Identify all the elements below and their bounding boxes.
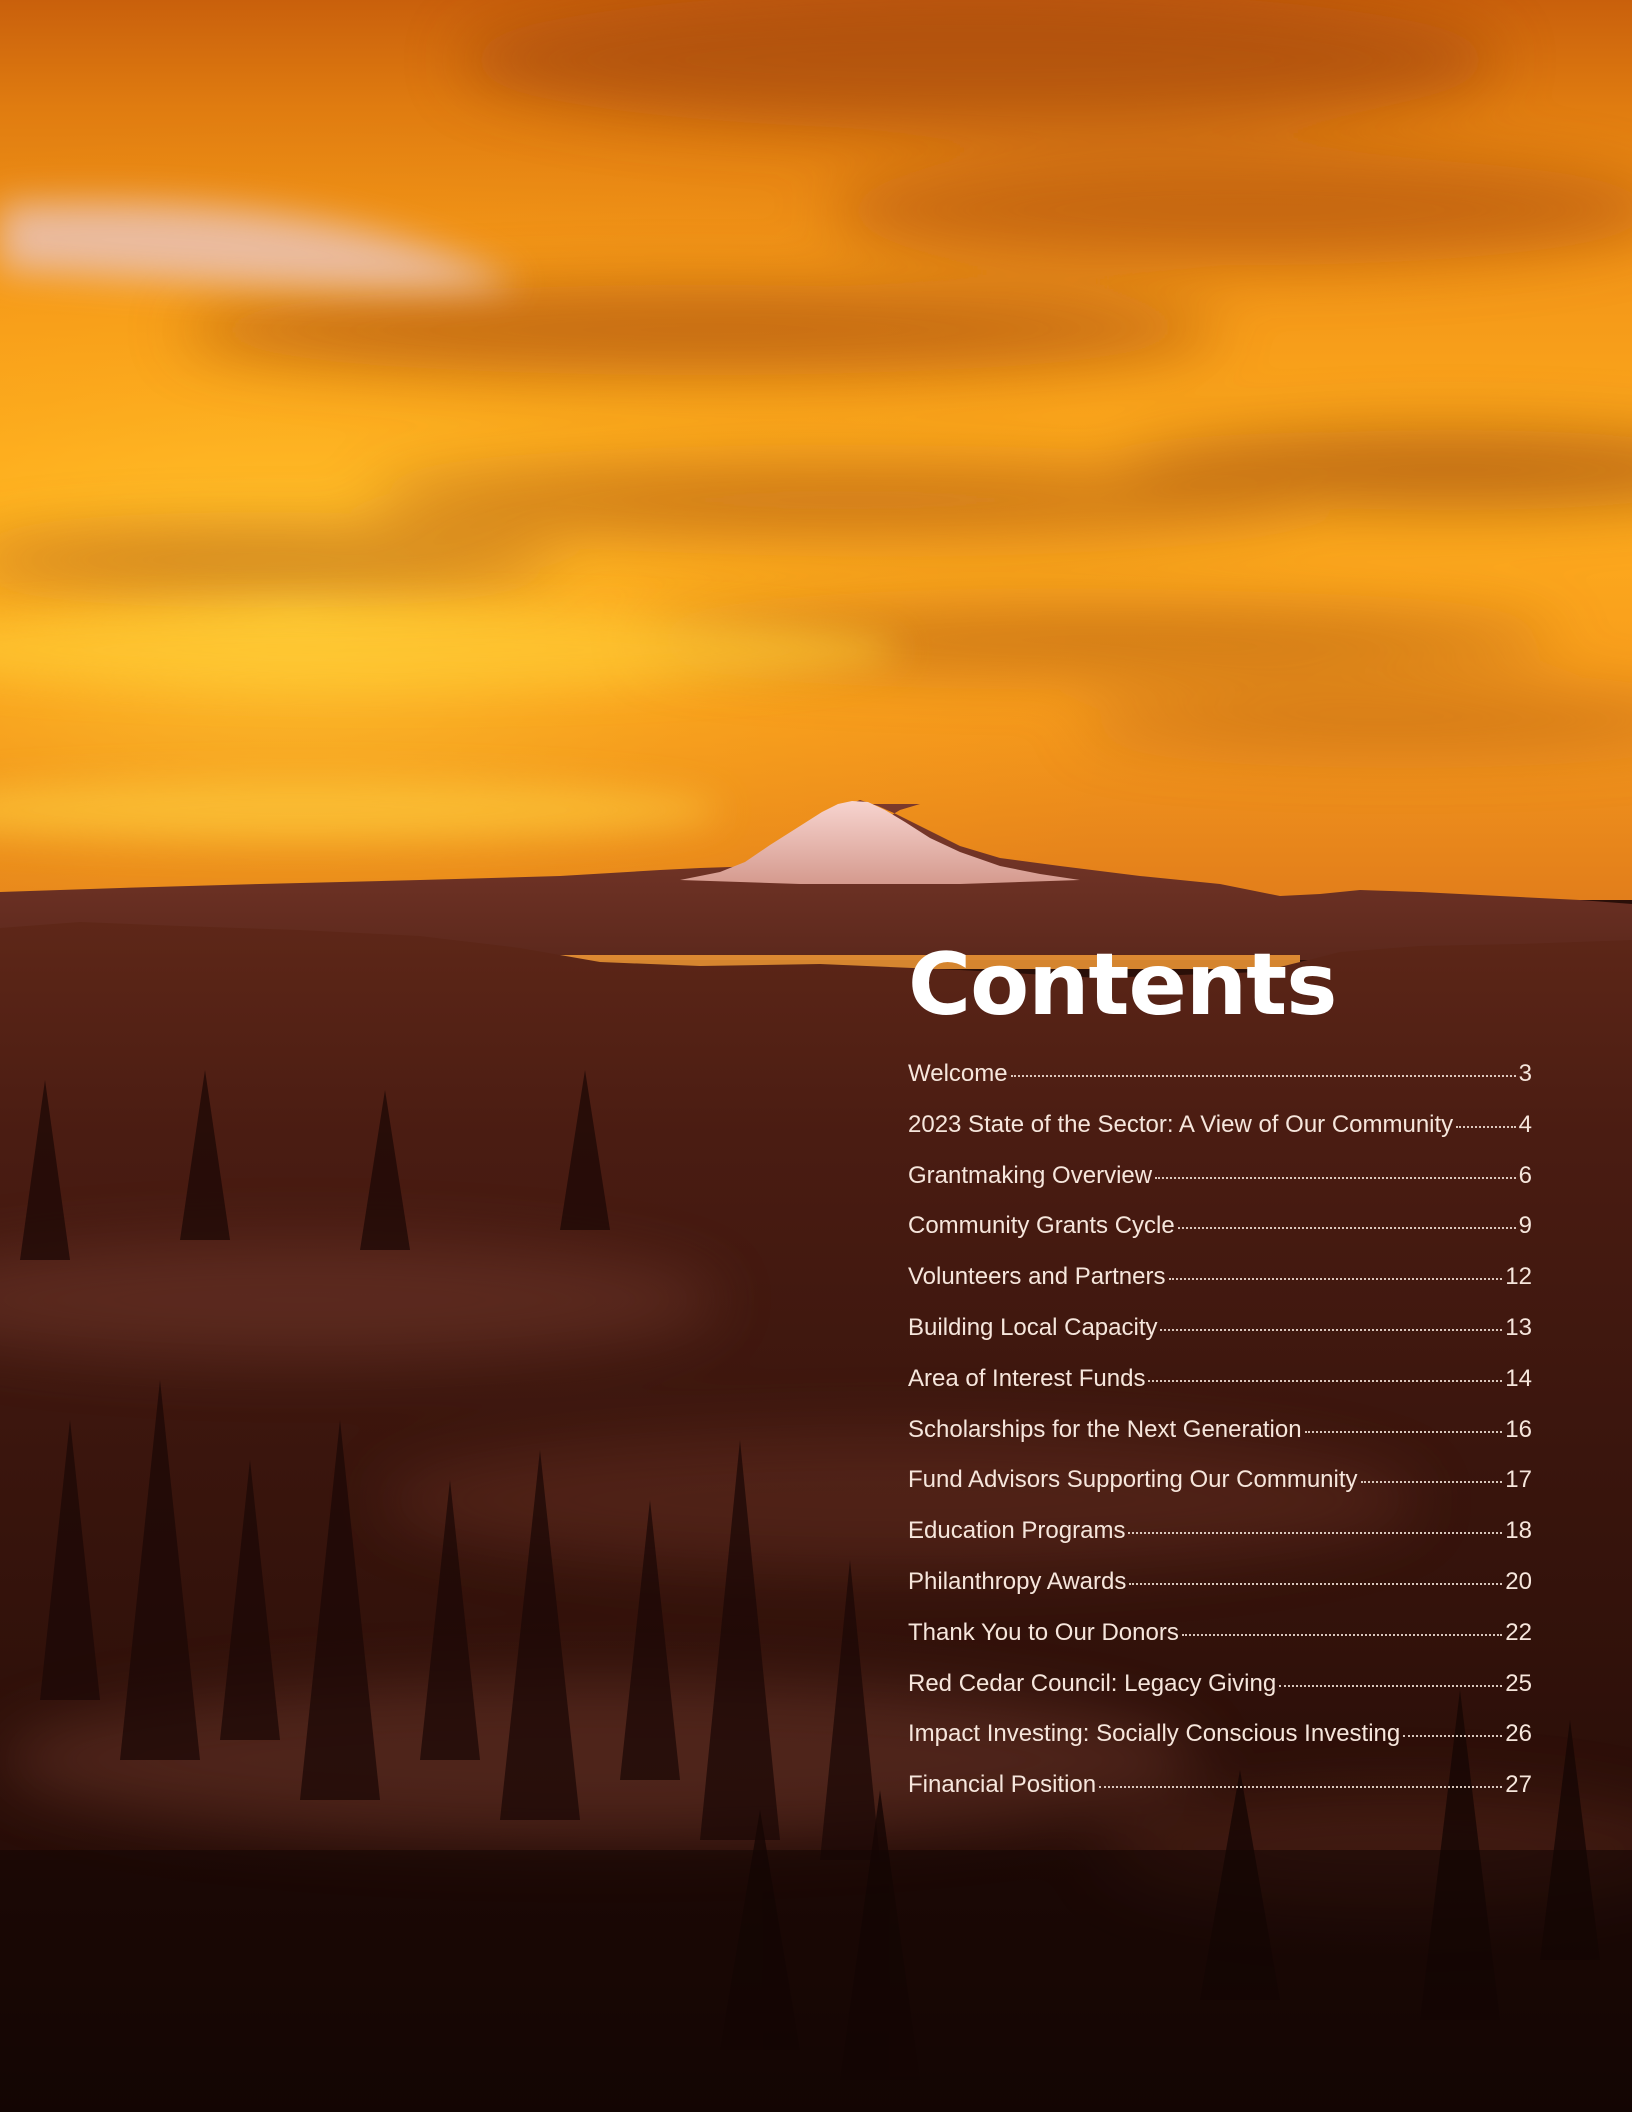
- toc-entry[interactable]: Philanthropy Awards 20: [908, 1568, 1532, 1619]
- toc-entry[interactable]: Community Grants Cycle 9: [908, 1212, 1532, 1263]
- toc-entry-label: Volunteers and Partners: [908, 1263, 1166, 1291]
- toc-entry[interactable]: Financial Position 27: [908, 1771, 1532, 1822]
- toc-entry-label: 2023 State of the Sector: A View of Our …: [908, 1110, 1454, 1138]
- toc-entry[interactable]: Building Local Capacity 13: [908, 1314, 1532, 1365]
- toc-entry-label: Red Cedar Council: Legacy Giving: [908, 1669, 1277, 1697]
- toc-entry-page: 20: [1505, 1567, 1532, 1595]
- contents-title: Contents: [908, 935, 1337, 1035]
- toc-dot-leader: [1155, 1176, 1516, 1179]
- toc-entry[interactable]: Volunteers and Partners 12: [908, 1263, 1532, 1314]
- toc-entry-page: 22: [1505, 1618, 1532, 1646]
- toc-entry-label: Scholarships for the Next Generation: [908, 1415, 1302, 1443]
- toc-dot-leader: [1360, 1481, 1503, 1484]
- toc-dot-leader: [1181, 1633, 1503, 1636]
- toc-entry-label: Welcome: [908, 1060, 1008, 1087]
- toc-entry[interactable]: Area of Interest Funds 14: [908, 1365, 1532, 1416]
- toc-dot-leader: [1304, 1430, 1503, 1433]
- toc-entry-page: 9: [1518, 1212, 1532, 1240]
- toc-dot-leader: [1148, 1379, 1503, 1382]
- toc-entry-label: Thank You to Our Donors: [908, 1618, 1179, 1646]
- toc-entry[interactable]: Fund Advisors Supporting Our Community 1…: [908, 1466, 1532, 1517]
- toc-entry-page: 6: [1518, 1161, 1532, 1189]
- toc-entry-page: 25: [1505, 1669, 1532, 1697]
- toc-entry[interactable]: Impact Investing: Socially Conscious Inv…: [908, 1720, 1532, 1771]
- toc-entry[interactable]: Scholarships for the Next Generation 16: [908, 1416, 1532, 1467]
- toc-entry-page: 3: [1518, 1060, 1532, 1087]
- toc-dot-leader: [1010, 1075, 1516, 1077]
- toc-dot-leader: [1168, 1278, 1503, 1281]
- toc-entry-page: 13: [1505, 1313, 1532, 1341]
- toc-entry[interactable]: Welcome 3: [908, 1060, 1532, 1111]
- toc-entry-label: Philanthropy Awards: [908, 1567, 1127, 1595]
- toc-entry[interactable]: 2023 State of the Sector: A View of Our …: [908, 1111, 1532, 1162]
- toc-dot-leader: [1099, 1786, 1503, 1789]
- toc-entry-label: Financial Position: [908, 1771, 1097, 1799]
- toc-entry[interactable]: Education Programs 18: [908, 1517, 1532, 1568]
- toc-entry-page: 16: [1505, 1415, 1532, 1443]
- table-of-contents: Contents Welcome 3 2023 State of the Sec…: [908, 930, 1532, 1822]
- toc-dot-leader: [1403, 1735, 1503, 1738]
- toc-entry-page: 26: [1505, 1720, 1532, 1748]
- toc-entry-label: Building Local Capacity: [908, 1313, 1158, 1341]
- toc-entry[interactable]: Red Cedar Council: Legacy Giving 25: [908, 1670, 1532, 1721]
- toc-dot-leader: [1160, 1328, 1503, 1331]
- toc-entry-label: Fund Advisors Supporting Our Community: [908, 1466, 1358, 1494]
- toc-entry-page: 14: [1505, 1364, 1532, 1392]
- toc-entry[interactable]: Thank You to Our Donors 22: [908, 1619, 1532, 1670]
- toc-dot-leader: [1456, 1125, 1516, 1128]
- toc-dot-leader: [1128, 1532, 1503, 1535]
- toc-dot-leader: [1279, 1684, 1503, 1687]
- toc-list: Welcome 3 2023 State of the Sector: A Vi…: [908, 1060, 1532, 1822]
- toc-entry-label: Grantmaking Overview: [908, 1161, 1153, 1189]
- toc-entry[interactable]: Grantmaking Overview 6: [908, 1162, 1532, 1213]
- toc-entry-page: 18: [1505, 1517, 1532, 1545]
- toc-entry-page: 12: [1505, 1263, 1532, 1291]
- toc-entry-page: 27: [1505, 1771, 1532, 1799]
- toc-entry-label: Education Programs: [908, 1517, 1126, 1545]
- toc-entry-label: Community Grants Cycle: [908, 1212, 1175, 1240]
- toc-entry-page: 4: [1518, 1110, 1532, 1138]
- toc-dot-leader: [1177, 1227, 1516, 1230]
- contents-page: Contents Welcome 3 2023 State of the Sec…: [0, 0, 1632, 2112]
- toc-entry-page: 17: [1505, 1466, 1532, 1494]
- toc-entry-label: Impact Investing: Socially Conscious Inv…: [908, 1720, 1401, 1748]
- toc-dot-leader: [1129, 1582, 1503, 1585]
- toc-entry-label: Area of Interest Funds: [908, 1364, 1146, 1392]
